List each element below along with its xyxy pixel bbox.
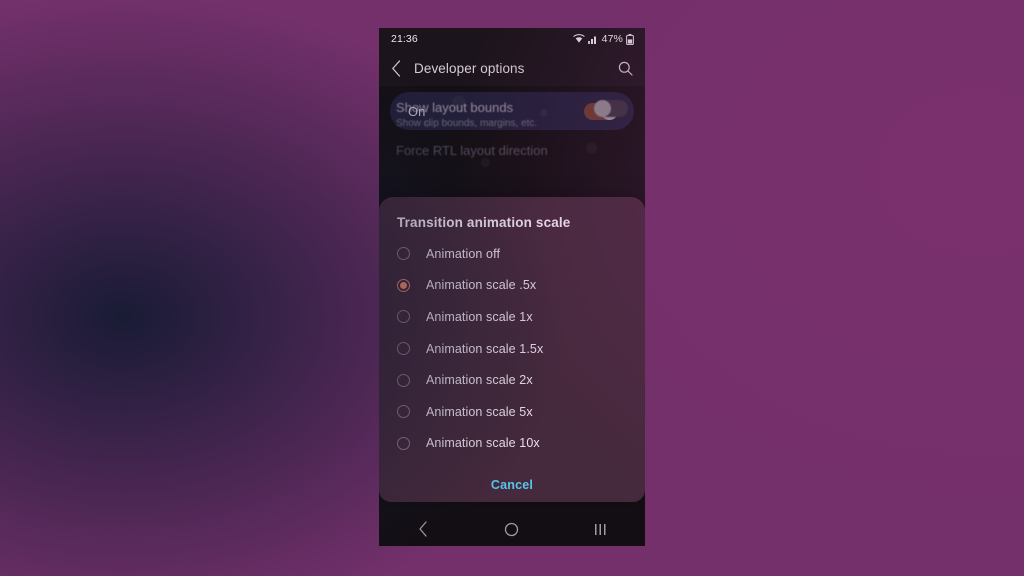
radio-option-scale-point5x[interactable]: Animation scale .5x [379, 270, 645, 302]
radio-option-label: Animation scale 5x [426, 404, 533, 419]
transition-animation-scale-dialog: Transition animation scale Animation off… [379, 197, 645, 502]
radio-option-scale-10x[interactable]: Animation scale 10x [379, 428, 645, 460]
radio-option-scale-1point5x[interactable]: Animation scale 1.5x [379, 333, 645, 365]
dialog-title: Transition animation scale [397, 215, 571, 230]
home-nav-icon[interactable] [482, 512, 542, 546]
wifi-icon [572, 34, 585, 44]
signal-icon [587, 35, 598, 44]
status-bar-time: 21:36 [391, 33, 418, 45]
navigation-bar [379, 512, 645, 546]
radio-option-animation-off[interactable]: Animation off [379, 238, 645, 270]
setting-row-show-layout-bounds[interactable]: Show layout bounds Show clip bounds, mar… [390, 86, 634, 133]
status-bar: 21:36 47% [379, 28, 645, 50]
phone-screen: 21:36 47% Developer options On Show layo… [379, 28, 645, 546]
radio-option-scale-1x[interactable]: Animation scale 1x [379, 301, 645, 333]
page-title: Developer options [414, 60, 525, 76]
radio-button-icon[interactable] [397, 405, 410, 419]
radio-button-icon[interactable] [397, 247, 410, 261]
radio-button-icon[interactable] [397, 342, 410, 356]
radio-option-label: Animation scale 2x [426, 373, 533, 388]
radio-option-scale-2x[interactable]: Animation scale 2x [379, 364, 645, 396]
radio-option-label: Animation scale .5x [426, 278, 537, 293]
recents-nav-icon[interactable] [571, 512, 631, 546]
radio-button-icon[interactable] [397, 310, 410, 324]
battery-percent-label: 47% [601, 33, 623, 45]
back-arrow-icon[interactable] [391, 59, 402, 77]
radio-button-icon[interactable] [397, 373, 410, 387]
radio-option-label: Animation off [426, 246, 501, 261]
radio-option-label: Animation scale 10x [426, 436, 540, 451]
back-nav-icon[interactable] [393, 512, 453, 546]
desktop-wallpaper: 21:36 47% Developer options On Show layo… [0, 0, 1024, 576]
setting-subtitle: Show clip bounds, margins, etc. [396, 118, 538, 129]
setting-title: Show layout bounds [396, 100, 514, 115]
radio-button-icon[interactable] [397, 436, 410, 450]
status-bar-icons: 47% [572, 33, 634, 45]
radio-option-label: Animation scale 1x [426, 309, 533, 324]
radio-option-scale-5x[interactable]: Animation scale 5x [379, 396, 645, 428]
radio-button-selected-icon[interactable] [397, 278, 410, 292]
setting-row-force-rtl[interactable]: Force RTL layout direction [390, 133, 634, 158]
radio-option-label: Animation scale 1.5x [426, 341, 544, 356]
battery-icon [626, 33, 634, 45]
setting-toggle-knob [594, 100, 611, 117]
search-icon[interactable] [618, 61, 633, 76]
app-bar: Developer options [379, 50, 645, 86]
setting-toggle-switch[interactable] [594, 100, 628, 117]
cancel-button[interactable]: Cancel [379, 459, 645, 492]
